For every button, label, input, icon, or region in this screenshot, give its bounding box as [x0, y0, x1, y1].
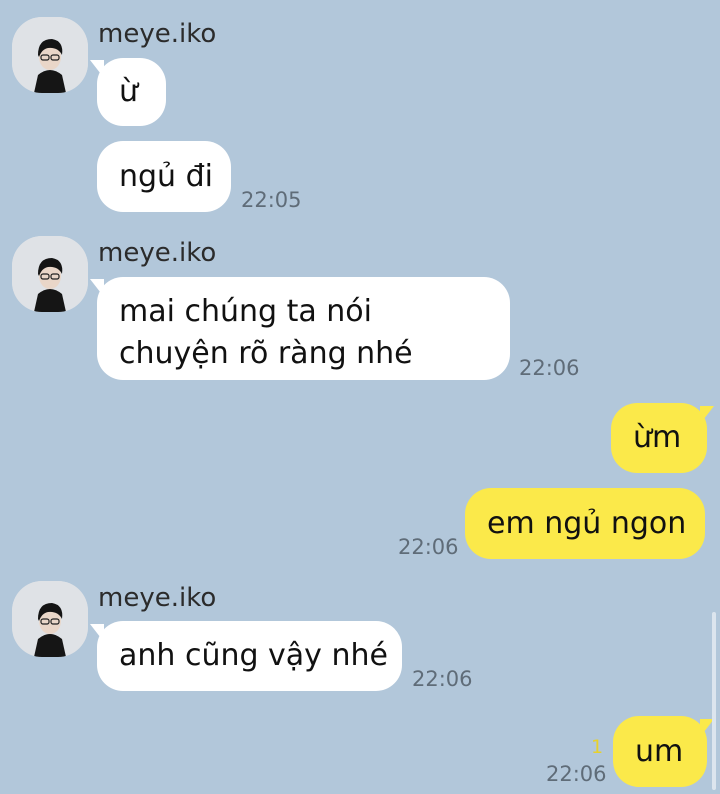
message-text: um [635, 733, 684, 769]
message-text: ngủ đi [119, 158, 213, 194]
scrollbar[interactable] [712, 612, 716, 790]
sender-name: meye.iko [98, 583, 217, 613]
outgoing-message-bubble[interactable]: ừm [611, 403, 707, 473]
message-text: ừm [633, 420, 682, 455]
sender-name: meye.iko [98, 238, 217, 268]
sender-avatar[interactable] [12, 236, 88, 312]
incoming-message-bubble[interactable]: mai chúng ta nói chuyện rõ ràng nhé [97, 277, 510, 380]
outgoing-message-bubble[interactable]: em ngủ ngon [465, 488, 705, 559]
message-timestamp: 22:06 [546, 762, 607, 786]
message-text: anh cũng vậy nhé [119, 638, 388, 673]
sender-avatar[interactable] [12, 17, 88, 93]
profile-photo-icon [12, 236, 88, 312]
incoming-message-bubble[interactable]: ừ [97, 58, 166, 126]
message-text: mai chúng ta nói chuyện rõ ràng nhé [119, 294, 413, 371]
message-timestamp: 22:06 [398, 535, 459, 559]
message-timestamp: 22:05 [241, 188, 302, 212]
message-timestamp: 22:06 [519, 356, 580, 380]
unread-count: 1 [591, 736, 604, 758]
incoming-message-bubble[interactable]: anh cũng vậy nhé [97, 621, 402, 691]
profile-photo-icon [12, 581, 88, 657]
profile-photo-icon [12, 17, 88, 93]
sender-avatar[interactable] [12, 581, 88, 657]
incoming-message-bubble[interactable]: ngủ đi [97, 141, 231, 212]
sender-name: meye.iko [98, 19, 217, 49]
message-timestamp: 22:06 [412, 667, 473, 691]
outgoing-message-bubble[interactable]: um [613, 716, 707, 787]
message-text: em ngủ ngon [487, 505, 687, 541]
message-text: ừ [119, 74, 139, 109]
